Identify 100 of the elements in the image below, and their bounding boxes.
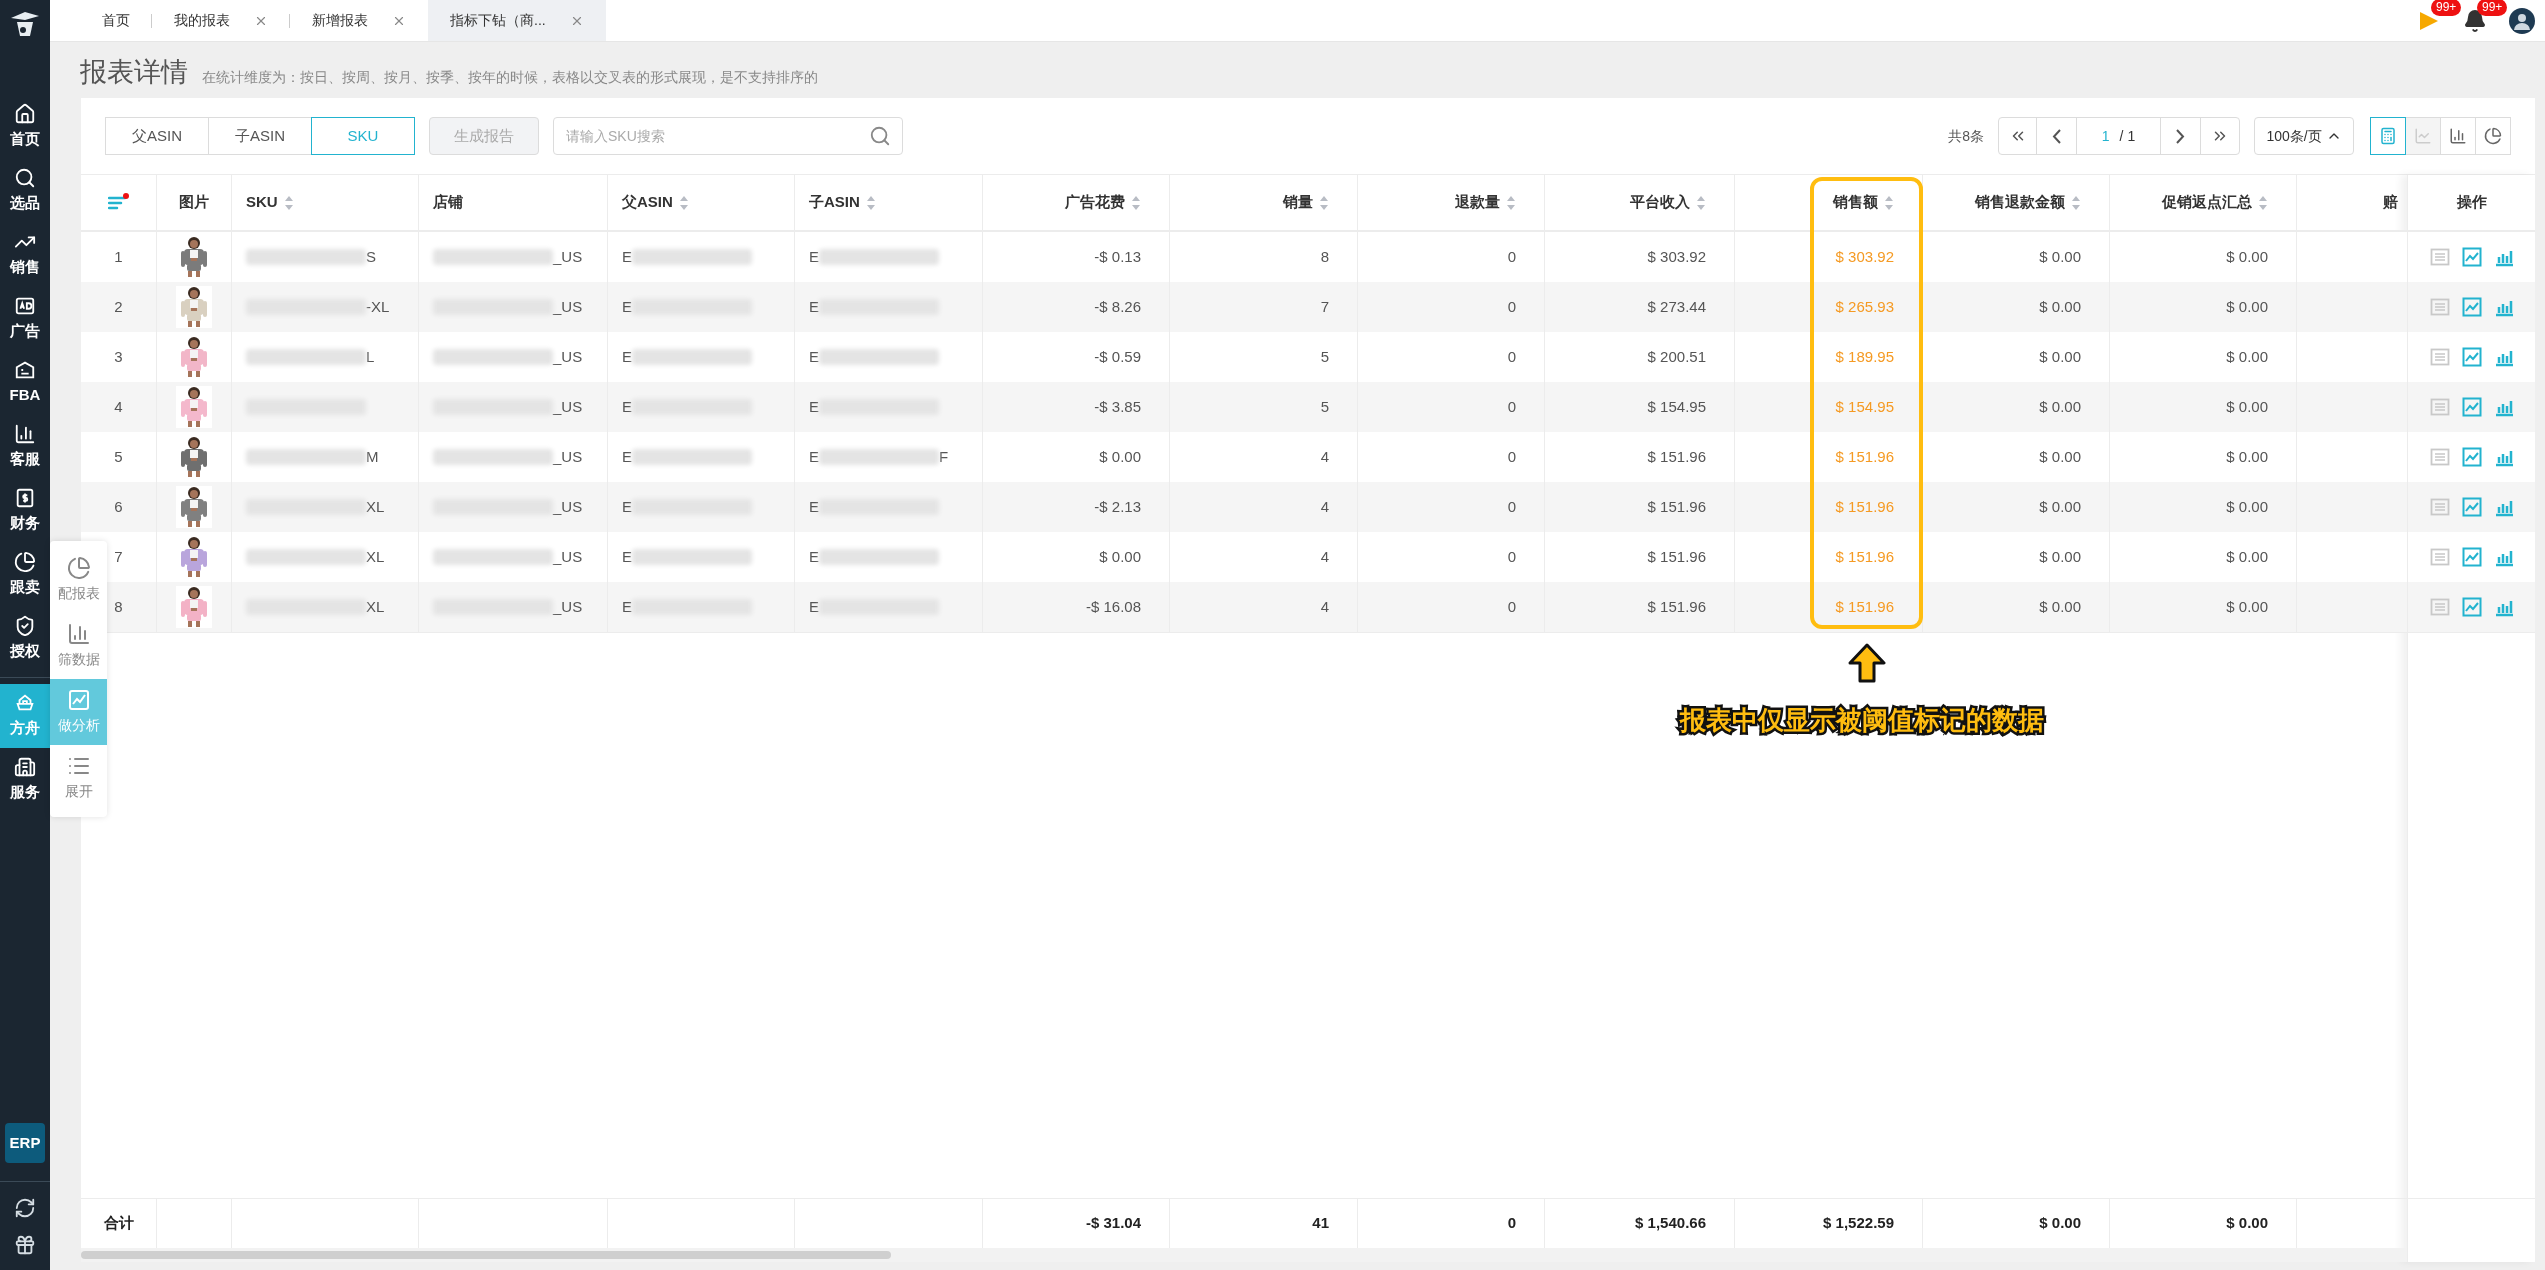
- list-icon[interactable]: [2429, 497, 2450, 517]
- bar-chart-icon: [66, 622, 91, 646]
- cell-text: E: [622, 546, 632, 567]
- line-chart-icon[interactable]: [2461, 397, 2482, 417]
- line-chart-icon[interactable]: [2461, 247, 2482, 267]
- sort-icon[interactable]: [283, 194, 294, 211]
- list-icon[interactable]: [2429, 297, 2450, 317]
- line-chart-icon[interactable]: [2461, 347, 2482, 367]
- line-chart-icon[interactable]: [2461, 547, 2482, 567]
- line-chart-icon[interactable]: [2461, 497, 2482, 517]
- sidebar-item[interactable]: 跟卖: [0, 543, 50, 607]
- floating-menu-item[interactable]: 筛数据: [50, 613, 107, 679]
- line-chart-icon[interactable]: [2461, 447, 2482, 467]
- table-cell-text: $ 0.00: [2039, 346, 2081, 367]
- cell-text: _US: [553, 346, 583, 367]
- table-cell-text: 0: [1507, 346, 1516, 367]
- sidebar-item[interactable]: 客服: [0, 415, 50, 479]
- table-cell-text: $ 154.95: [1647, 396, 1706, 417]
- table-cell-text: $ 273.44: [1647, 296, 1706, 317]
- table-cell-text: -$ 0.59: [1094, 346, 1141, 367]
- sidebar-item[interactable]: 首页: [0, 95, 50, 159]
- sidebar-item[interactable]: 选品: [0, 159, 50, 223]
- gift-icon[interactable]: [14, 1234, 36, 1256]
- table-cell-text: $ 0.00: [1099, 546, 1141, 567]
- line-chart-icon[interactable]: [2461, 597, 2482, 617]
- list-icon[interactable]: [2429, 547, 2450, 567]
- row-number: 5: [114, 446, 123, 467]
- search-icon[interactable]: [869, 125, 891, 147]
- row-number: 7: [114, 546, 123, 567]
- column-header: 销量: [1283, 192, 1313, 213]
- cell-text: XL: [366, 496, 385, 517]
- table-cell-text: 0: [1507, 246, 1516, 267]
- shield-check-icon: [14, 615, 36, 638]
- sidebar-item[interactable]: 销售: [0, 223, 50, 287]
- list-icon[interactable]: [2429, 247, 2450, 267]
- sort-icon[interactable]: [2071, 194, 2081, 211]
- cell-text: E: [809, 296, 819, 317]
- list-icon[interactable]: [2429, 597, 2450, 617]
- table-cell-text: $ 303.92: [1835, 246, 1894, 267]
- table-cell-text: $ 151.96: [1835, 596, 1894, 617]
- scrollbar-thumb[interactable]: [81, 1251, 891, 1259]
- table-cell-text: $ 0.00: [2226, 496, 2268, 517]
- sort-icon[interactable]: [1319, 194, 1329, 211]
- view-toggle-button[interactable]: [2370, 117, 2406, 155]
- cell-text: E: [622, 446, 632, 467]
- sidebar-item[interactable]: 广告: [0, 287, 50, 351]
- sidebar-item[interactable]: 授权: [0, 607, 50, 671]
- table-cell-text: $ 151.96: [1647, 596, 1706, 617]
- line-chart-icon: [2414, 127, 2432, 145]
- sort-icon[interactable]: [678, 194, 689, 211]
- cell-text: _US: [553, 296, 583, 317]
- table-cell-text: $ 151.96: [1835, 546, 1894, 567]
- bar-chart-icon: [2449, 127, 2467, 145]
- calculator-icon: [2379, 127, 2397, 145]
- column-header: 销售额: [1833, 192, 1878, 213]
- sort-icon[interactable]: [1506, 194, 1516, 211]
- sort-icon[interactable]: [1884, 194, 1894, 211]
- sort-icon[interactable]: [1696, 194, 1706, 211]
- home-icon: [14, 103, 36, 126]
- column-header: 子ASIN: [809, 192, 860, 213]
- table-cell-text: $ 151.96: [1647, 546, 1706, 567]
- cell-text: E: [809, 496, 819, 517]
- sidebar-item[interactable]: FBA: [0, 351, 50, 415]
- tab[interactable]: 指标下钻（商...: [428, 0, 606, 41]
- line-chart-icon: [66, 688, 91, 712]
- table-cell-text: $ 151.96: [1647, 496, 1706, 517]
- avatar-icon[interactable]: [2509, 7, 2535, 34]
- cell-text: E: [622, 346, 632, 367]
- table-cell-text: $ 0.00: [2039, 296, 2081, 317]
- search-field[interactable]: 请输入SKU搜索: [553, 117, 903, 155]
- column-header: SKU: [246, 192, 278, 213]
- dimension-tab[interactable]: 父ASIN: [105, 117, 209, 155]
- floating-menu-item[interactable]: 展开: [50, 745, 107, 811]
- tab[interactable]: 我的报表: [152, 0, 290, 41]
- line-chart-icon[interactable]: [2461, 297, 2482, 317]
- table-cell-text: 8: [1320, 246, 1329, 267]
- tab[interactable]: 首页: [80, 0, 152, 41]
- sort-icon[interactable]: [1131, 194, 1141, 211]
- table-cell-text: $ 0.00: [1099, 446, 1141, 467]
- cell-text: XL: [366, 596, 385, 617]
- table-cell-text: $ 151.96: [1647, 446, 1706, 467]
- list-icon[interactable]: [2429, 347, 2450, 367]
- dimension-tab[interactable]: 子ASIN: [208, 117, 312, 155]
- tab[interactable]: 新增报表: [290, 0, 428, 41]
- cell-text: _US: [553, 596, 583, 617]
- sidebar-item[interactable]: 财务: [0, 479, 50, 543]
- cell-text: _US: [553, 396, 583, 417]
- sort-icon[interactable]: [2258, 194, 2268, 211]
- column-header: 操作: [2456, 192, 2487, 213]
- list-icon[interactable]: [2429, 397, 2450, 417]
- list-icon[interactable]: [2429, 447, 2450, 467]
- page-size-dropdown[interactable]: 100条/页: [2254, 117, 2354, 155]
- sort-icon[interactable]: [865, 194, 876, 211]
- sidebar-item[interactable]: 服务: [0, 748, 50, 812]
- table-cell-text: $ 0.00: [2226, 446, 2268, 467]
- erp-button[interactable]: ERP: [5, 1123, 45, 1163]
- floating-menu-item[interactable]: 配报表: [50, 547, 107, 613]
- cell-text: E: [622, 396, 632, 417]
- chevron-left-icon: [2052, 128, 2061, 144]
- total-label: 合计: [103, 1213, 134, 1234]
